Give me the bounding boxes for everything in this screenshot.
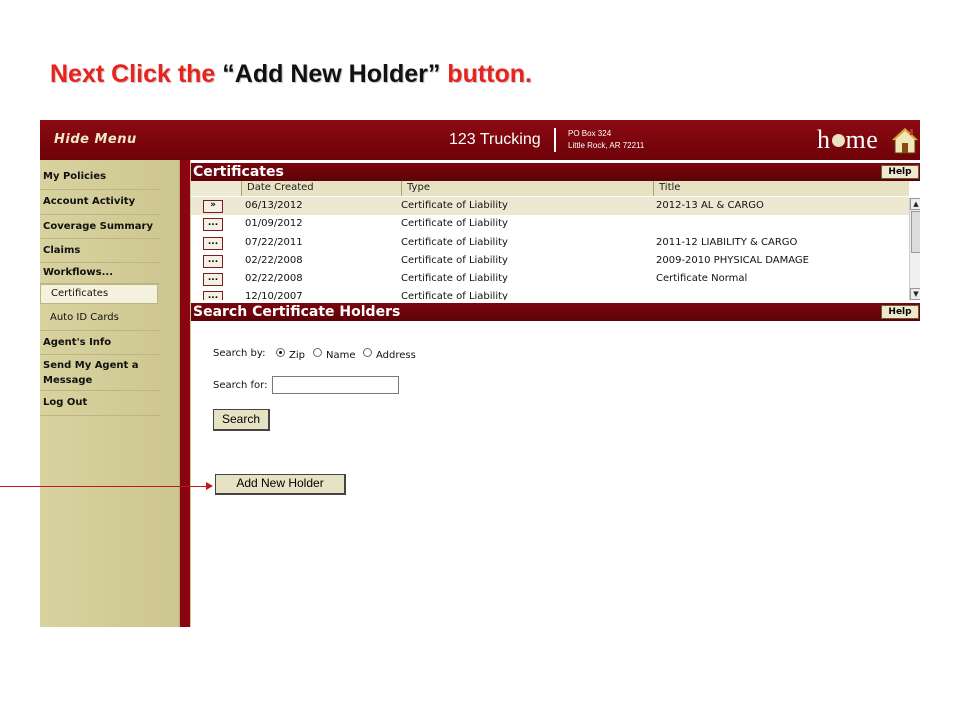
- certificates-header: Certificates Help: [191, 163, 920, 181]
- cell-date: 02/22/2008: [245, 273, 303, 284]
- table-row[interactable]: ... 07/22/2011 Certificate of Liability …: [191, 234, 909, 252]
- quote-open: “: [222, 60, 235, 88]
- scroll-up-icon[interactable]: ▲: [910, 198, 920, 210]
- cell-title: Certificate Normal: [656, 273, 748, 284]
- cell-title: 2012-13 AL & CARGO: [656, 200, 764, 211]
- home-logo[interactable]: h me: [817, 125, 878, 155]
- home-icon[interactable]: [891, 125, 919, 155]
- cell-date: 07/22/2011: [245, 237, 303, 248]
- cell-date: 02/22/2008: [245, 255, 303, 266]
- cell-title: 2011-12 LIABILITY & CARGO: [656, 237, 798, 248]
- table-row[interactable]: ... 02/22/2008 Certificate of Liability …: [191, 252, 909, 270]
- add-new-holder-button[interactable]: Add New Holder: [215, 474, 346, 495]
- instruction-heading: Next Click the “Add New Holder” button.: [50, 60, 532, 89]
- company-address: PO Box 324 Little Rock, AR 72211: [568, 128, 644, 152]
- sidebar-item-workflows[interactable]: Workflows...: [40, 263, 160, 284]
- top-bar: Hide Menu 123 Trucking PO Box 324 Little…: [40, 120, 920, 160]
- sidebar-item-coverage-summary[interactable]: Coverage Summary: [40, 215, 160, 239]
- sidebar: My Policies Account Activity Coverage Su…: [40, 160, 180, 627]
- certificates-title: Certificates: [193, 164, 284, 180]
- row-select-button[interactable]: »: [203, 200, 223, 213]
- radio-zip[interactable]: [276, 348, 285, 357]
- row-select-button[interactable]: ...: [203, 237, 223, 250]
- logo-rest: me: [845, 125, 879, 154]
- column-date-created[interactable]: Date Created: [241, 181, 401, 196]
- instruction-text-end: button.: [440, 60, 532, 88]
- sidebar-item-agents-info[interactable]: Agent's Info: [40, 331, 160, 355]
- cell-type: Certificate of Liability: [401, 291, 508, 300]
- column-title[interactable]: Title: [653, 181, 909, 196]
- cell-date: 01/09/2012: [245, 218, 303, 229]
- scroll-down-icon[interactable]: ▼: [910, 288, 920, 300]
- radio-zip-label[interactable]: Zip: [289, 350, 305, 361]
- sidebar-item-send-agent-message[interactable]: Send My Agent a Message: [40, 355, 160, 391]
- certificates-grid-body: » 06/13/2012 Certificate of Liability 20…: [191, 197, 909, 300]
- cell-type: Certificate of Liability: [401, 200, 508, 211]
- instruction-target: Add New Holder: [234, 60, 428, 88]
- instruction-text: Next Click the: [50, 60, 223, 88]
- content-divider: [180, 160, 190, 627]
- search-for-label: Search for:: [213, 380, 268, 391]
- search-holders-help-button[interactable]: Help: [881, 305, 919, 319]
- cell-type: Certificate of Liability: [401, 237, 508, 248]
- logo-h: h: [817, 125, 831, 154]
- app-window: Hide Menu 123 Trucking PO Box 324 Little…: [40, 120, 920, 627]
- sidebar-item-claims[interactable]: Claims: [40, 239, 160, 263]
- search-holders-title: Search Certificate Holders: [193, 304, 401, 320]
- cell-date: 12/10/2007: [245, 291, 303, 300]
- cell-type: Certificate of Liability: [401, 273, 508, 284]
- cell-type: Certificate of Liability: [401, 255, 508, 266]
- radio-address[interactable]: [363, 348, 372, 357]
- table-row[interactable]: » 06/13/2012 Certificate of Liability 20…: [191, 197, 909, 215]
- radio-name[interactable]: [313, 348, 322, 357]
- main-content: Certificates Help Date Created Type Titl…: [190, 160, 920, 627]
- cell-type: Certificate of Liability: [401, 218, 508, 229]
- certificates-scrollbar[interactable]: ▲ ▼: [909, 198, 920, 300]
- cell-title: 2009-2010 PHYSICAL DAMAGE: [656, 255, 809, 266]
- search-holders-header: Search Certificate Holders Help: [191, 303, 920, 321]
- hide-menu-link[interactable]: Hide Menu: [54, 132, 137, 147]
- search-by-label: Search by:: [213, 348, 266, 359]
- sidebar-item-my-policies[interactable]: My Policies: [40, 165, 160, 190]
- sidebar-item-account-activity[interactable]: Account Activity: [40, 190, 160, 215]
- table-row[interactable]: ... 02/22/2008 Certificate of Liability …: [191, 270, 909, 288]
- sidebar-item-auto-id-cards[interactable]: Auto ID Cards: [40, 306, 160, 331]
- search-for-input[interactable]: [272, 376, 399, 394]
- header-divider: [554, 128, 556, 152]
- radio-name-label[interactable]: Name: [326, 350, 356, 361]
- pointer-arrow-icon: [206, 482, 213, 490]
- address-line-1: PO Box 324: [568, 129, 612, 138]
- row-select-button[interactable]: ...: [203, 291, 223, 300]
- certificates-help-button[interactable]: Help: [881, 165, 919, 179]
- address-line-2: Little Rock, AR 72211: [568, 141, 645, 150]
- table-row[interactable]: ... 01/09/2012 Certificate of Liability: [191, 215, 909, 233]
- sidebar-item-log-out[interactable]: Log Out: [40, 391, 160, 416]
- logo-o-dot: [831, 134, 845, 147]
- scroll-thumb[interactable]: [911, 211, 920, 253]
- search-button[interactable]: Search: [213, 409, 270, 431]
- row-select-button[interactable]: ...: [203, 255, 223, 268]
- pointer-arrow-line: [0, 486, 208, 487]
- radio-address-label[interactable]: Address: [376, 350, 416, 361]
- row-select-button[interactable]: ...: [203, 218, 223, 231]
- company-name: 123 Trucking: [449, 131, 541, 148]
- cell-date: 06/13/2012: [245, 200, 303, 211]
- certificates-grid-header: Date Created Type Title: [191, 181, 909, 196]
- quote-close: ”: [427, 60, 441, 88]
- table-row[interactable]: ... 12/10/2007 Certificate of Liability: [191, 288, 909, 300]
- sidebar-item-certificates[interactable]: Certificates: [40, 284, 158, 304]
- column-type[interactable]: Type: [401, 181, 653, 196]
- row-select-button[interactable]: ...: [203, 273, 223, 286]
